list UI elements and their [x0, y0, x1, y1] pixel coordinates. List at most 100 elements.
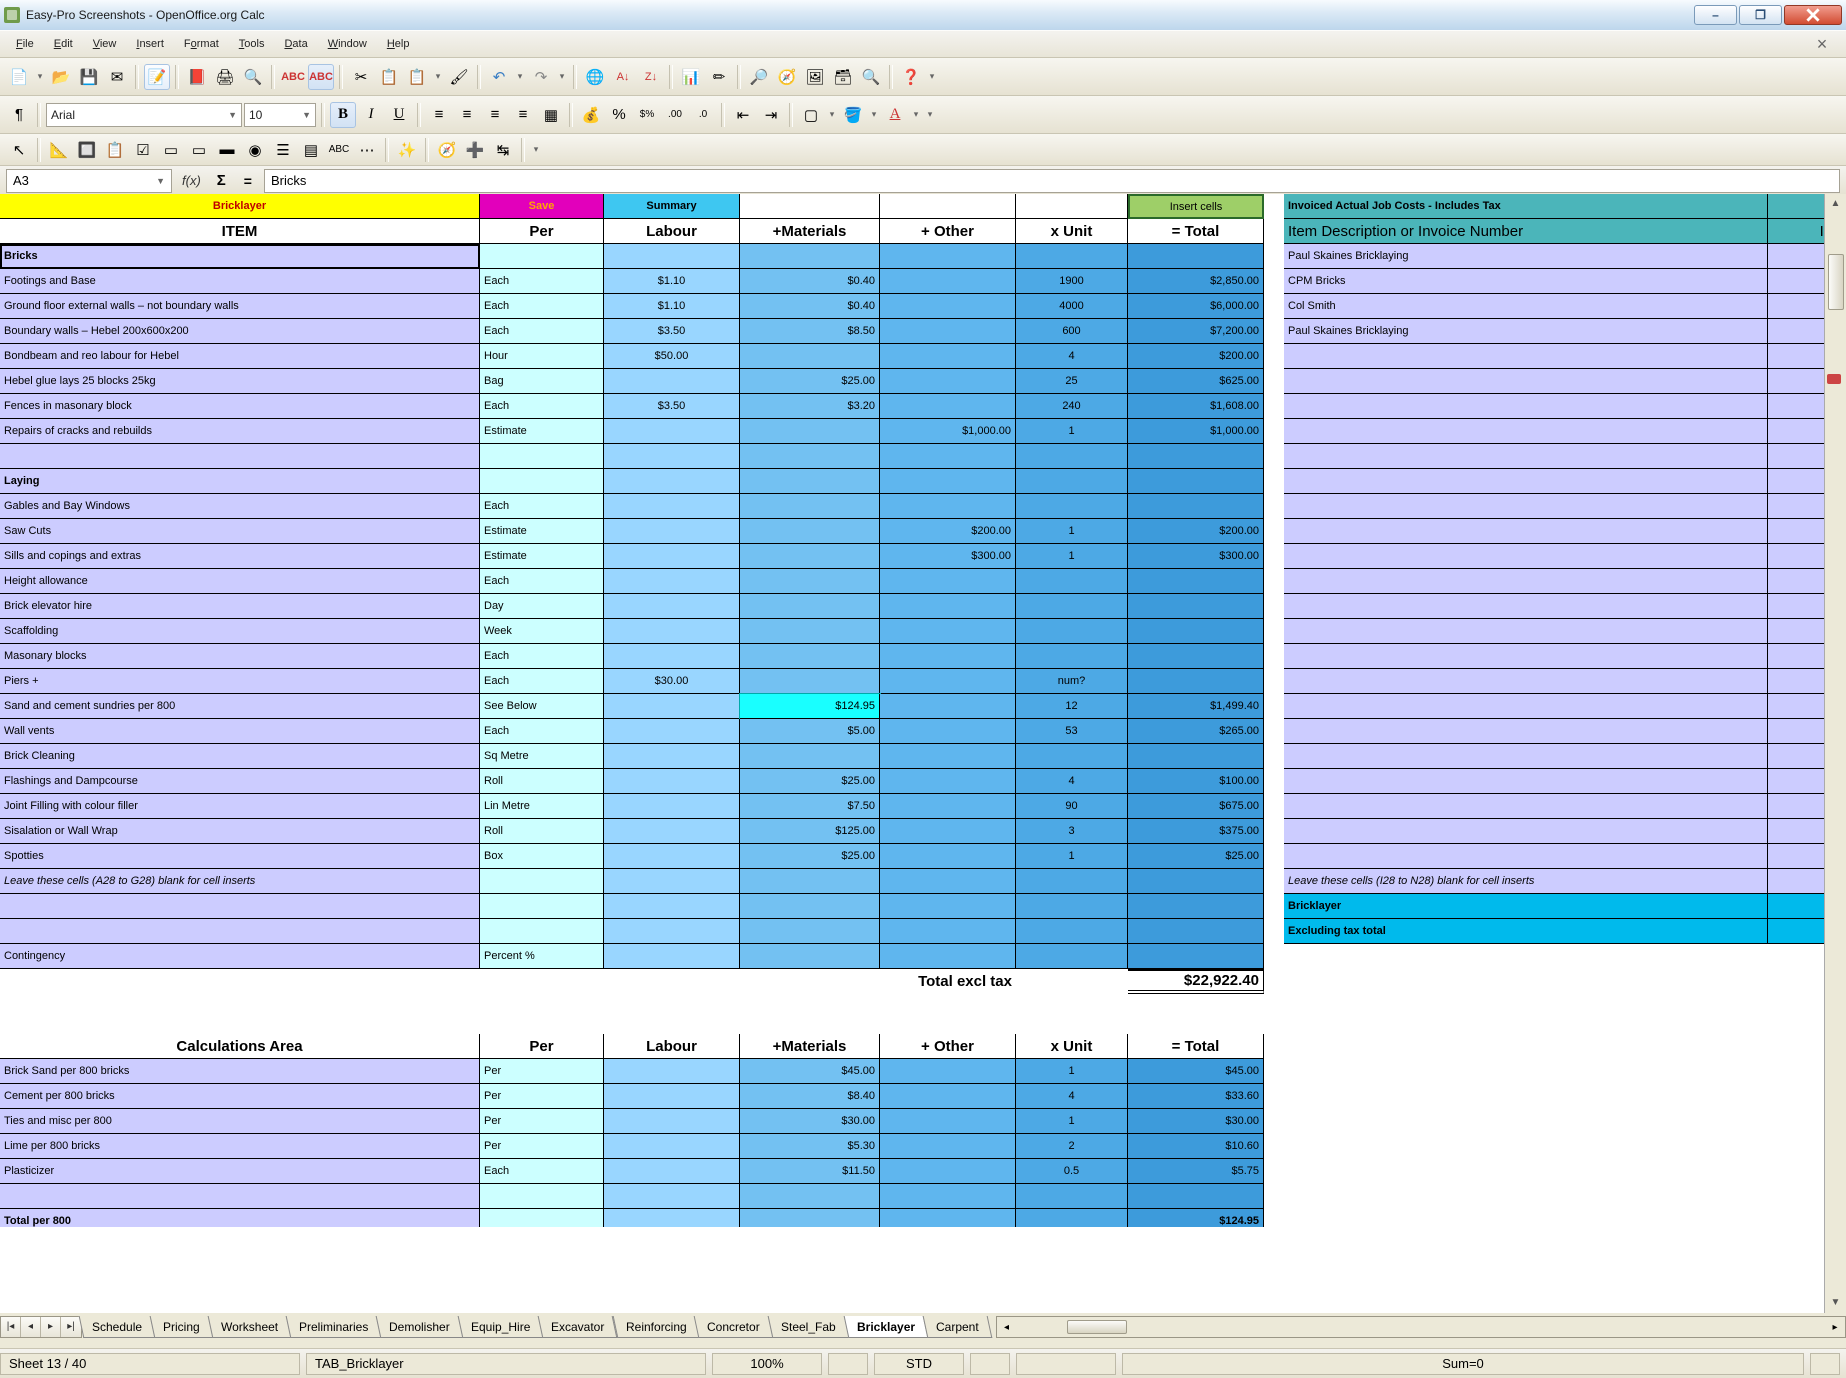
table-cell[interactable]: $25.00: [1128, 844, 1264, 869]
table-cell[interactable]: Week: [480, 619, 604, 644]
table-cell[interactable]: Repairs of cracks and rebuilds: [0, 419, 480, 444]
format-toolbar-overflow[interactable]: ▾: [924, 109, 936, 120]
table-cell[interactable]: [480, 919, 604, 944]
table-cell[interactable]: [1284, 519, 1768, 544]
increase-indent-icon[interactable]: ⇥: [758, 102, 784, 128]
table-cell[interactable]: Bricks: [0, 244, 480, 269]
status-mode[interactable]: STD: [874, 1353, 964, 1375]
table-cell[interactable]: [1284, 344, 1768, 369]
table-cell[interactable]: [1128, 594, 1264, 619]
table-cell[interactable]: $3.20: [740, 394, 880, 419]
more-controls-icon[interactable]: ⋯: [354, 137, 380, 163]
table-cell[interactable]: $0.40: [740, 294, 880, 319]
borders-dropdown[interactable]: ▾: [826, 109, 838, 120]
table-cell[interactable]: [740, 944, 880, 969]
listbox-icon[interactable]: ☰: [270, 137, 296, 163]
table-cell[interactable]: [1128, 869, 1264, 894]
remove-decimal-icon[interactable]: .0: [690, 102, 716, 128]
table-cell[interactable]: Spotties: [0, 844, 480, 869]
table-cell[interactable]: Cement per 800 bricks: [0, 1084, 480, 1109]
table-cell[interactable]: $125.00: [740, 819, 880, 844]
table-cell[interactable]: [880, 469, 1016, 494]
table-cell[interactable]: Each: [480, 319, 604, 344]
cut-icon[interactable]: ✂: [348, 64, 374, 90]
table-cell[interactable]: [1284, 619, 1768, 644]
table-cell[interactable]: [604, 869, 740, 894]
table-cell[interactable]: [604, 619, 740, 644]
table-cell[interactable]: [880, 644, 1016, 669]
table-cell[interactable]: [880, 794, 1016, 819]
name-box[interactable]: A3▼: [6, 169, 172, 193]
table-cell[interactable]: [880, 494, 1016, 519]
table-cell[interactable]: Roll: [480, 769, 604, 794]
auto-spellcheck-icon[interactable]: ABC: [308, 64, 334, 90]
table-cell[interactable]: $50.00: [604, 344, 740, 369]
table-cell[interactable]: Brick elevator hire: [0, 594, 480, 619]
table-cell[interactable]: Sills and copings and extras: [0, 544, 480, 569]
horizontal-scrollbar[interactable]: ◂ ▸: [996, 1316, 1846, 1338]
table-cell[interactable]: [604, 444, 740, 469]
table-cell[interactable]: [1284, 819, 1768, 844]
form-nav-icon[interactable]: 🧭: [434, 137, 460, 163]
align-right-icon[interactable]: ≡: [482, 102, 508, 128]
table-cell[interactable]: [880, 244, 1016, 269]
table-cell[interactable]: [604, 494, 740, 519]
document-close-button[interactable]: ×: [1814, 36, 1830, 52]
table-cell[interactable]: [604, 719, 740, 744]
paste-dropdown[interactable]: ▾: [432, 71, 444, 82]
table-cell[interactable]: [1284, 494, 1768, 519]
font-size-combo[interactable]: 10▼: [244, 103, 316, 127]
table-cell[interactable]: Col Smith: [1284, 294, 1768, 319]
bgcolor-icon[interactable]: 🪣: [840, 102, 866, 128]
table-cell[interactable]: Each: [480, 494, 604, 519]
table-cell[interactable]: [480, 894, 604, 919]
table-cell[interactable]: [740, 594, 880, 619]
table-cell[interactable]: Day: [480, 594, 604, 619]
table-cell[interactable]: [480, 469, 604, 494]
menu-view[interactable]: View: [83, 34, 127, 54]
table-cell[interactable]: [604, 769, 740, 794]
table-cell[interactable]: $200.00: [1128, 344, 1264, 369]
table-cell[interactable]: Percent %: [480, 944, 604, 969]
table-cell[interactable]: [880, 1159, 1016, 1184]
scroll-up-icon[interactable]: ▲: [1825, 194, 1846, 214]
table-cell[interactable]: [1128, 494, 1264, 519]
table-cell[interactable]: 1: [1016, 419, 1128, 444]
table-cell[interactable]: Estimate: [480, 544, 604, 569]
table-cell[interactable]: [604, 819, 740, 844]
table-cell[interactable]: [1128, 919, 1264, 944]
table-cell[interactable]: 1: [1016, 844, 1128, 869]
table-cell[interactable]: $625.00: [1128, 369, 1264, 394]
save-icon[interactable]: 💾: [76, 64, 102, 90]
table-cell[interactable]: [1016, 569, 1128, 594]
table-cell[interactable]: [740, 919, 880, 944]
table-cell[interactable]: Per: [480, 1134, 604, 1159]
table-cell[interactable]: [1128, 669, 1264, 694]
table-cell[interactable]: $265.00: [1128, 719, 1264, 744]
hscroll-right-icon[interactable]: ▸: [1825, 1322, 1845, 1333]
table-cell[interactable]: 90: [1016, 794, 1128, 819]
print-icon[interactable]: 🖨: [212, 64, 238, 90]
table-cell[interactable]: See Below: [480, 694, 604, 719]
table-cell[interactable]: 4: [1016, 344, 1128, 369]
help-icon[interactable]: ❓: [898, 64, 924, 90]
table-cell[interactable]: Each: [480, 269, 604, 294]
table-cell[interactable]: 600: [1016, 319, 1128, 344]
show-draw-icon[interactable]: ✏: [706, 64, 732, 90]
add-decimal-icon[interactable]: .00: [662, 102, 688, 128]
table-cell[interactable]: Paul Skaines Bricklaying: [1284, 319, 1768, 344]
table-cell[interactable]: Ties and misc per 800: [0, 1109, 480, 1134]
control-icon[interactable]: 🔲: [74, 137, 100, 163]
table-cell[interactable]: [1016, 744, 1128, 769]
table-cell[interactable]: Wall vents: [0, 719, 480, 744]
table-cell[interactable]: [880, 619, 1016, 644]
table-cell[interactable]: Each: [480, 669, 604, 694]
sheet-tab-worksheet[interactable]: Worksheet: [207, 1316, 291, 1338]
table-cell[interactable]: $5.30: [740, 1134, 880, 1159]
table-cell[interactable]: Ground floor external walls – not bounda…: [0, 294, 480, 319]
undo-icon[interactable]: ↶: [486, 64, 512, 90]
underline-icon[interactable]: U: [386, 102, 412, 128]
table-cell[interactable]: $100.00: [1128, 769, 1264, 794]
table-cell[interactable]: [1128, 744, 1264, 769]
table-cell[interactable]: [1128, 944, 1264, 969]
